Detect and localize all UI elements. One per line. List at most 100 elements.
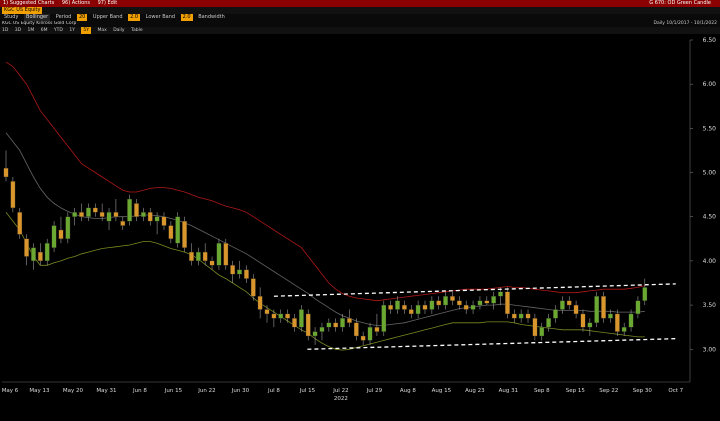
candle-body: [326, 322, 332, 328]
candle-body: [333, 322, 339, 328]
candle-body: [518, 313, 524, 319]
lower-band-input[interactable]: 2.0: [180, 14, 193, 21]
y-tick-label: 5.00: [703, 170, 717, 177]
candle-body: [312, 331, 318, 337]
candle-body: [175, 216, 181, 244]
x-tick-label: May 20: [63, 388, 84, 394]
tab-1d[interactable]: 1D: [2, 27, 8, 34]
candle-body: [10, 181, 16, 209]
candle-body: [408, 309, 414, 315]
y-tick-label: 3.00: [703, 346, 717, 353]
candle-body: [31, 247, 36, 262]
y-axis: 3.00 3.50 4.00 4.50 5.00 5.50 6.00 6.50: [689, 37, 717, 382]
candle-body: [573, 304, 579, 315]
candle-body: [92, 207, 98, 213]
bandwidth-label[interactable]: Bandwidth: [196, 14, 227, 21]
tab-table[interactable]: Table: [131, 27, 143, 34]
candle-body: [65, 216, 71, 239]
x-tick-label: Jun 15: [164, 388, 183, 394]
candle-body: [168, 225, 174, 239]
candle-body: [601, 296, 606, 319]
x-tick-label: Jun 22: [197, 388, 215, 394]
candle-body: [271, 313, 277, 319]
candle-body: [209, 260, 215, 266]
x-tick-label: May 6: [2, 388, 19, 394]
candle-body: [86, 207, 91, 217]
tab-3d[interactable]: 3D: [15, 27, 21, 34]
candle-body: [37, 251, 43, 262]
candle-body: [250, 278, 256, 297]
candle-body: [491, 296, 497, 304]
candle-body: [257, 296, 263, 310]
x-axis: May 6 May 13 May 20 May 31 Jun 8 Jun 15 Jun 22…: [2, 381, 690, 402]
tab-daily[interactable]: Daily: [113, 27, 124, 34]
tab-ytd[interactable]: YTD: [54, 27, 63, 34]
candle-body: [443, 296, 448, 306]
timeframe-tabs: 1D 3D 1M 6M YTD 1Y 5Y Max Daily Table: [0, 27, 720, 34]
candle-body: [340, 318, 345, 328]
tab-6m[interactable]: 6M: [41, 27, 48, 34]
candle-body: [216, 243, 222, 266]
tab-5y[interactable]: 5Y: [81, 27, 91, 34]
candle-body: [120, 220, 126, 226]
candle-body: [58, 229, 64, 239]
candle-body: [24, 238, 29, 257]
candle-body: [553, 309, 558, 319]
x-tick-label: Jun 8: [132, 388, 147, 394]
y-tick-label: 4.50: [703, 214, 717, 221]
security-field[interactable]: KGC US Equity: [2, 7, 43, 14]
candle-body: [147, 212, 153, 222]
x-tick-label: Aug 31: [499, 388, 519, 394]
function-bar: 1) Suggested Charts 96) Actions 97) Edit…: [0, 0, 720, 7]
study-select[interactable]: Bollinger: [24, 14, 51, 21]
candle-body: [525, 313, 531, 319]
candle-body: [237, 269, 242, 275]
candle-body: [79, 212, 84, 217]
candle-body: [450, 296, 455, 301]
candle-body: [189, 251, 194, 262]
candle-body: [642, 287, 648, 301]
candle-body: [415, 304, 421, 315]
candle-body: [511, 313, 517, 319]
x-tick-label: Sep 15: [566, 388, 586, 394]
candle-body: [374, 327, 380, 332]
candle-body: [99, 212, 105, 217]
candle-body: [402, 304, 407, 310]
x-tick-label: Oct 7: [668, 388, 683, 394]
candle-body: [498, 291, 503, 297]
security-description: KGC US Equity Kinross Gold Corp: [2, 21, 77, 26]
candle-body: [614, 313, 620, 332]
candle-body: [436, 300, 442, 306]
candlestick-chart[interactable]: 3.003.504.004.505.005.506.006.50 May 6 Ma…: [0, 34, 720, 421]
candle-body: [244, 269, 249, 279]
candle-body: [395, 300, 400, 310]
tab-1y[interactable]: 1Y: [69, 27, 75, 34]
tab-1m[interactable]: 1M: [28, 27, 35, 34]
candle-body: [319, 327, 325, 332]
candle-body: [429, 300, 435, 310]
x-tick-label: Sep 22: [599, 388, 618, 394]
candle-body: [559, 300, 565, 310]
bollinger-upper-band: [5, 61, 645, 302]
candle-body: [298, 309, 304, 328]
tab-max[interactable]: Max: [97, 27, 106, 34]
candle-body: [463, 304, 469, 310]
x-tick-label: Aug 23: [465, 388, 485, 394]
menu-suggested-charts[interactable]: 1) Suggested Charts: [3, 0, 54, 7]
x-tick-label: Jul 8: [267, 388, 280, 394]
x-tick-label: May 31: [96, 388, 116, 394]
menu-actions[interactable]: 96) Actions: [62, 0, 90, 7]
x-tick-label: Sep 8: [534, 388, 550, 394]
study-label: Study: [4, 14, 19, 20]
candle-body: [484, 300, 490, 304]
date-range[interactable]: 10/1/2017 - 10/1/2022: [666, 21, 717, 26]
candle-body: [44, 243, 50, 262]
date-range-info: Daily 10/1/2017 - 10/1/2022: [654, 21, 717, 26]
upper-band-input[interactable]: 2.0: [128, 14, 141, 21]
candle-body: [161, 216, 167, 226]
menu-edit[interactable]: 97) Edit: [98, 0, 118, 7]
study-row: Study Bollinger Period 20 Upper Band 2.0…: [0, 14, 720, 21]
period-input[interactable]: 20: [76, 14, 88, 21]
x-tick-label: Jul 29: [366, 388, 383, 394]
y-tick-label: 4.00: [703, 258, 717, 265]
